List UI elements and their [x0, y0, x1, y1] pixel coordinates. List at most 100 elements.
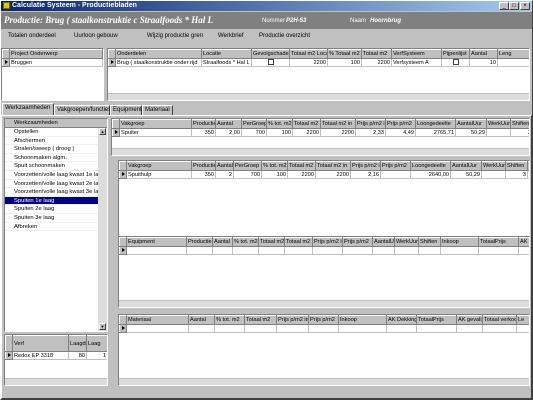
menu-productie-overzicht[interactable]: Productie overzicht	[259, 33, 310, 39]
cell[interactable]: 1	[86, 351, 107, 360]
cell[interactable]: 100	[266, 128, 293, 137]
cell[interactable]: 2,00	[215, 128, 242, 137]
cell[interactable]: 2200	[320, 128, 356, 137]
column-header[interactable]: Aantal	[215, 119, 242, 129]
tab-materiaal[interactable]: Materiaal	[142, 105, 173, 115]
column-header[interactable]: Shiften	[418, 237, 441, 247]
cell[interactable]	[338, 324, 387, 333]
list-item[interactable]: Afbreken	[5, 223, 107, 232]
col-pct-totaal[interactable]: % Totaal m2 in	[327, 49, 362, 59]
cell[interactable]	[481, 170, 506, 179]
cell[interactable]: Verfsysteem A	[391, 58, 442, 67]
list-item[interactable]: Voorzetten/volle laag kwast 2e laag	[5, 180, 107, 189]
column-header[interactable]: Productie	[191, 119, 216, 129]
pijpenlijst-checkbox[interactable]	[441, 58, 470, 67]
column-header[interactable]: Shiften	[505, 161, 528, 171]
werkzaamheden-list[interactable]: Werkzaamheden Opstellen Afschermen Stralen…	[4, 118, 108, 332]
table-row[interactable]: Spuithulp 350 2 700 100 2200 2200 2,16 2640,00 50…	[119, 170, 529, 179]
list-item[interactable]: Schoonmaken algm.	[5, 154, 107, 163]
tab-equipment[interactable]: Equipment	[110, 105, 142, 115]
scroll-up-button[interactable]: ▲	[99, 128, 106, 135]
list-item[interactable]: Stralen/sweep ( droog )	[5, 145, 107, 154]
cell[interactable]: 4,49	[385, 128, 416, 137]
cell[interactable]: 2200	[361, 58, 392, 67]
column-header[interactable]: Prijs p/m2 in	[312, 237, 343, 247]
table-row[interactable]: Brug ( staalkonstruktie onder rijd Straa…	[108, 58, 529, 67]
cell[interactable]: 50,29	[455, 128, 487, 137]
list-item[interactable]: Spuiten 2e laag	[5, 205, 107, 214]
column-header[interactable]: Aantal	[188, 315, 215, 325]
column-header[interactable]: Totaal m2	[292, 119, 321, 129]
col-totaal-m2[interactable]: Totaal m2	[361, 49, 392, 59]
col-onderdelen[interactable]: Onderdelen	[115, 49, 202, 59]
column-header[interactable]: TotaalPrijs	[416, 315, 457, 325]
column-header[interactable]: % tot. m2	[214, 315, 245, 325]
column-header[interactable]: Totaal verkoop	[482, 315, 517, 325]
cell[interactable]	[188, 324, 215, 333]
column-header[interactable]: AantalUur	[450, 161, 482, 171]
column-header[interactable]: Totaal m2	[287, 161, 316, 171]
cell[interactable]: Spuiter	[119, 128, 192, 137]
cell[interactable]	[518, 246, 529, 255]
list-item[interactable]: Voorzetten/volle laag kwast 3e laag	[5, 188, 107, 197]
menu-wijzig-productie[interactable]: Wijzig productie gren	[147, 33, 203, 39]
cell[interactable]	[497, 58, 529, 67]
column-header[interactable]: Prijs p/m2	[385, 119, 416, 129]
menu-uurloon-gebouw[interactable]: Uurloon gebouw	[74, 33, 118, 39]
cell[interactable]: 350	[191, 170, 216, 179]
onderdelen-hscroll[interactable]	[108, 93, 529, 100]
list-item[interactable]: Spuit schoonmaken	[5, 162, 107, 171]
column-header[interactable]: WerkUur	[394, 237, 419, 247]
col-laagdikte[interactable]: Laagdikte	[68, 335, 87, 352]
column-header[interactable]: Loongedeelte	[410, 161, 451, 171]
cell[interactable]: 2765,71	[415, 128, 456, 137]
table-row[interactable]	[119, 324, 529, 333]
column-header[interactable]: Prijs p/m2 in	[355, 119, 386, 129]
list-item[interactable]: Opstellen	[5, 128, 107, 137]
cell[interactable]	[284, 246, 313, 255]
cell[interactable]	[126, 246, 187, 255]
cell[interactable]: 100	[261, 170, 288, 179]
col-gevolgschade[interactable]: Gevolgschade	[251, 49, 290, 59]
column-header[interactable]: Aantal	[215, 161, 234, 171]
column-header[interactable]: Productie	[186, 237, 213, 247]
cell[interactable]	[232, 246, 259, 255]
table-row[interactable]: Redox EP 3318 80 1	[5, 351, 107, 360]
cell[interactable]: 2,16	[350, 170, 381, 179]
minimize-button[interactable]: _	[499, 2, 509, 10]
cell[interactable]	[312, 246, 343, 255]
column-header[interactable]: Inkoop	[338, 315, 387, 325]
cell[interactable]: Spuithulp	[126, 170, 192, 179]
equipment-grid[interactable]: Equipment Productie Aantal% tot. m2 Totaal …	[118, 236, 530, 308]
column-header[interactable]: Inkoop	[440, 237, 479, 247]
cell[interactable]	[478, 246, 519, 255]
cell[interactable]	[416, 324, 457, 333]
column-header[interactable]: Materiaal	[126, 315, 189, 325]
column-header[interactable]: Equipment	[126, 237, 187, 247]
col-locatie[interactable]: Locatie	[201, 49, 252, 59]
cell[interactable]: 2,33	[355, 128, 386, 137]
cell[interactable]: 3	[510, 128, 529, 137]
title-bar[interactable]: Calculatie Systeem - Productiebladen	[1, 1, 532, 11]
cell[interactable]: 100	[327, 58, 362, 67]
column-header[interactable]: AK gevalijge	[456, 315, 483, 325]
column-header[interactable]: WerkUur	[486, 119, 511, 129]
cell[interactable]	[386, 324, 417, 333]
tab-vakgroepen[interactable]: Vakgroepen/functies	[54, 105, 111, 115]
cell[interactable]	[380, 170, 411, 179]
materiaal-grid[interactable]: Materiaal Aantal% tot. m2 Totaal m2 Prijs p…	[118, 314, 530, 386]
column-header[interactable]: Vakgroep	[119, 119, 192, 129]
gevolgschade-checkbox[interactable]	[251, 58, 290, 67]
column-header[interactable]: Productie	[191, 161, 216, 171]
cell[interactable]	[440, 246, 479, 255]
cell[interactable]	[486, 128, 511, 137]
col-leng[interactable]: Leng	[497, 49, 529, 59]
column-header[interactable]: Prijs p/m2 in	[350, 161, 381, 171]
col-verf[interactable]: Verf	[12, 335, 69, 352]
cell[interactable]	[244, 324, 277, 333]
col-aantal[interactable]: Aantal	[469, 49, 498, 59]
close-button[interactable]: ×	[520, 2, 530, 10]
col-laag[interactable]: Laag	[86, 335, 107, 352]
cell[interactable]: 2200	[315, 170, 351, 179]
cell[interactable]: 2	[215, 170, 234, 179]
